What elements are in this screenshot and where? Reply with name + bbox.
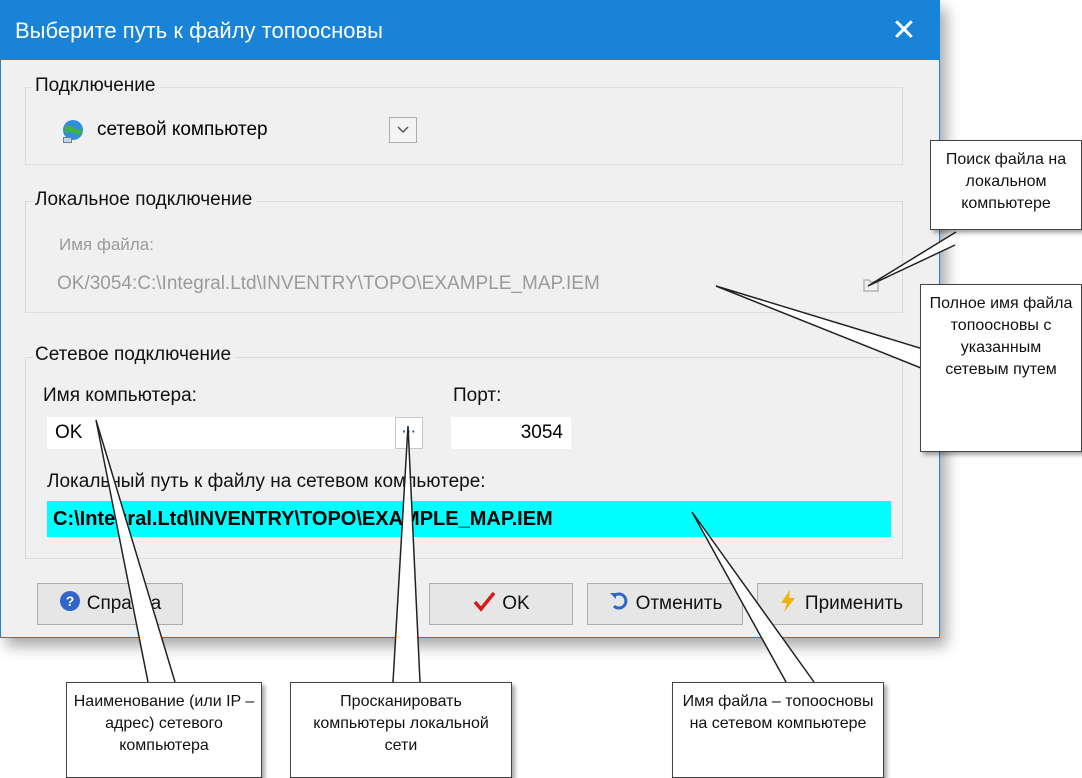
callout-computer-name: Наименование (или IP – адрес) сетевого к… [66,682,262,778]
callout-search-local: Поиск файла на локальном компьютере [930,140,1082,230]
callout-full-name: Полное имя файла топоосновы с указанным … [920,284,1082,452]
callout-scan: Просканировать компьютеры локальной сети [290,682,512,778]
callout-remote-file: Имя файла – топоосновы на сетевом компью… [672,682,884,778]
